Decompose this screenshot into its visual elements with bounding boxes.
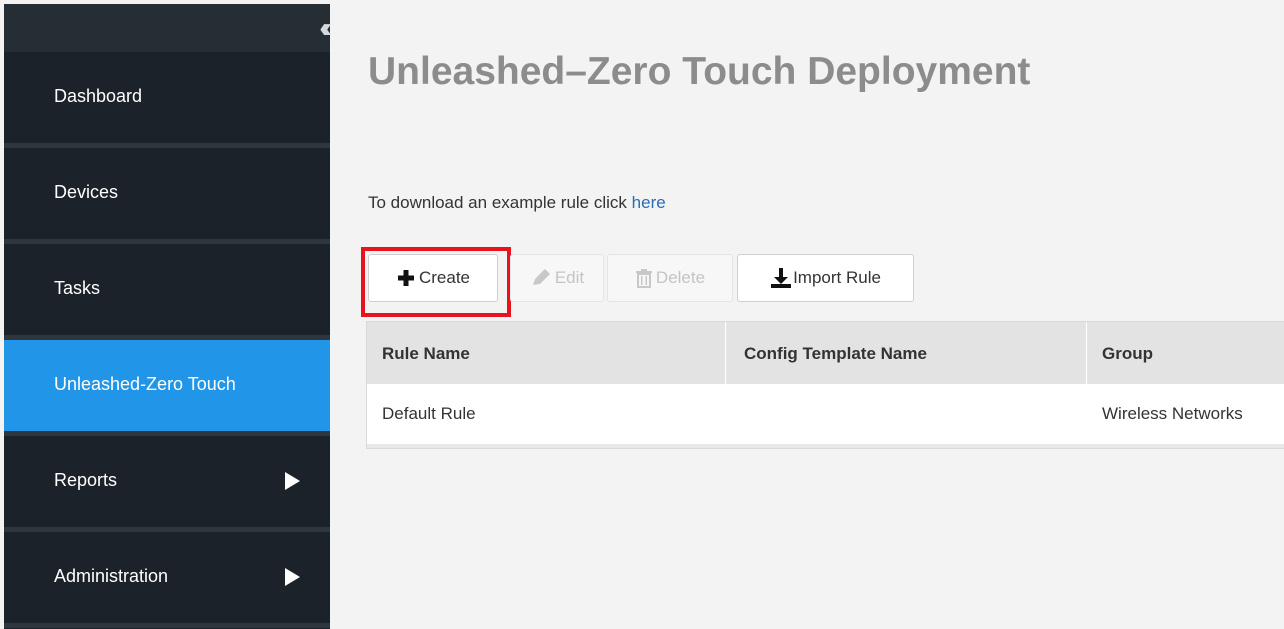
delete-button-label: Delete xyxy=(655,268,706,287)
sidebar-item-label: Dashboard xyxy=(54,86,143,106)
sidebar-item-unleashed-zero-touch[interactable]: Unleashed-Zero Touch xyxy=(4,340,330,431)
sidebar-item-label: Administration xyxy=(54,566,169,586)
download-example-link[interactable]: here xyxy=(632,193,666,212)
sidebar-item-tasks[interactable]: Tasks xyxy=(4,244,330,335)
sidebar: ‹‹ Dashboard Devices Tasks Unleashed-Zer… xyxy=(4,4,332,629)
sidebar-item-dashboard[interactable]: Dashboard xyxy=(4,52,330,143)
cell-rule-name: Default Rule xyxy=(382,404,476,423)
trash-icon xyxy=(635,268,653,288)
expand-arrow-icon xyxy=(285,472,300,490)
sidebar-item-label: Devices xyxy=(54,182,119,202)
delete-button[interactable]: Delete xyxy=(607,254,733,302)
sidebar-item-label: Tasks xyxy=(54,278,101,298)
edit-button-label: Edit xyxy=(554,268,585,287)
create-button-highlight xyxy=(361,247,511,317)
sidebar-item-administration[interactable]: Administration xyxy=(4,532,330,623)
sidebar-item-devices[interactable]: Devices xyxy=(4,148,330,239)
table-bottom-border xyxy=(367,444,1284,448)
download-instructions: To download an example rule click here xyxy=(368,193,666,213)
collapse-sidebar-icon[interactable]: ‹‹ xyxy=(319,14,331,42)
page-title: Unleashed–Zero Touch Deployment xyxy=(368,50,1031,93)
pencil-icon xyxy=(530,268,552,288)
sidebar-header: ‹‹ xyxy=(4,4,332,52)
column-divider xyxy=(1086,322,1087,384)
sidebar-divider xyxy=(4,623,330,628)
column-divider xyxy=(725,322,726,384)
rules-table: Rule Name Config Template Name Group Def… xyxy=(366,321,1284,449)
sidebar-item-label: Unleashed-Zero Touch xyxy=(54,374,236,394)
expand-arrow-icon xyxy=(285,568,300,586)
edit-button[interactable]: Edit xyxy=(510,254,604,302)
sidebar-item-reports[interactable]: Reports xyxy=(4,436,330,527)
sidebar-item-label: Reports xyxy=(54,470,118,490)
cell-group: Wireless Networks xyxy=(1102,404,1243,423)
column-header-rule-name[interactable]: Rule Name xyxy=(382,344,470,364)
column-header-config-template-name[interactable]: Config Template Name xyxy=(744,344,927,364)
import-rule-button-label: Import Rule xyxy=(793,268,881,287)
download-icon xyxy=(770,267,792,289)
column-header-group[interactable]: Group xyxy=(1102,344,1153,364)
import-rule-button[interactable]: Import Rule xyxy=(737,254,914,302)
intro-text: To download an example rule click xyxy=(368,193,632,212)
table-header: Rule Name Config Template Name Group xyxy=(367,322,1284,384)
